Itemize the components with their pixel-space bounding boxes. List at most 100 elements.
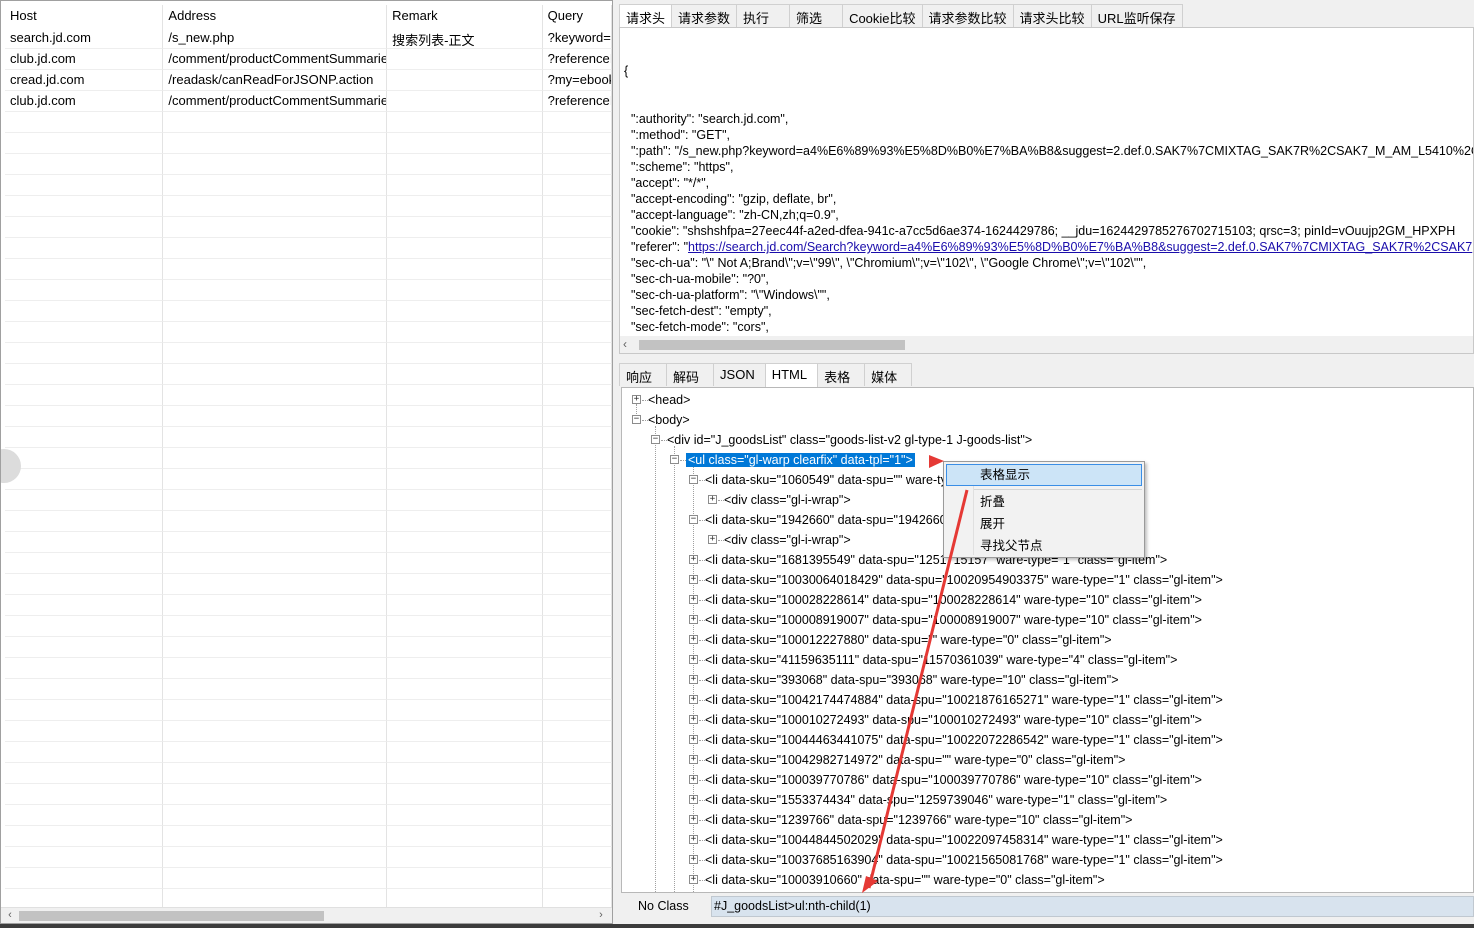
scroll-left-icon[interactable]: ‹ — [623, 337, 627, 351]
tab-execute[interactable]: 执行 — [736, 4, 791, 27]
table-row[interactable] — [5, 511, 612, 532]
tree-node[interactable]: <div class="gl-i-wrap"> — [724, 530, 851, 550]
table-row[interactable] — [5, 217, 612, 238]
tab-json[interactable]: JSON — [713, 363, 766, 386]
tree-node[interactable]: <li data-sku="10042982714972" data-spu="… — [705, 750, 1125, 770]
expand-icon[interactable]: + — [689, 815, 698, 824]
tab-header-compare[interactable]: 请求头比较 — [1012, 4, 1092, 27]
tree-node[interactable]: <li data-sku="1239766" data-spu="1239766… — [705, 810, 1132, 830]
expand-icon[interactable]: + — [689, 855, 698, 864]
tab-filter[interactable]: 筛选 — [789, 4, 844, 27]
tree-node[interactable]: <div id="J_goodsList" class="goods-list-… — [667, 430, 1032, 450]
table-row[interactable] — [5, 616, 612, 637]
table-row[interactable] — [5, 868, 612, 889]
menu-item-table-display[interactable]: 表格显示 — [946, 464, 1142, 486]
tree-node[interactable]: <li data-sku="10030064018429" data-spu="… — [705, 570, 1223, 590]
collapse-icon[interactable]: − — [689, 475, 698, 484]
headers-horizontal-scrollbar[interactable]: ‹ — [620, 336, 1473, 353]
table-row[interactable]: club.jd.com/comment/productCommentSummar… — [5, 91, 612, 112]
table-row[interactable] — [5, 196, 612, 217]
referer-link[interactable]: https://search.jd.com/Search?keyword=a4%… — [688, 240, 1472, 254]
column-header-remark[interactable]: Remark — [387, 5, 543, 28]
tab-cookie-compare[interactable]: Cookie比较 — [842, 4, 923, 27]
table-row[interactable] — [5, 112, 612, 133]
scrollbar-thumb[interactable] — [19, 911, 324, 921]
table-row[interactable] — [5, 427, 612, 448]
menu-item-expand[interactable]: 展开 — [946, 513, 1142, 535]
table-row[interactable] — [5, 133, 612, 154]
collapse-icon[interactable]: − — [689, 515, 698, 524]
tab-decode[interactable]: 解码 — [666, 363, 715, 386]
expand-icon[interactable]: + — [708, 495, 717, 504]
tree-node[interactable]: <li data-sku="393068" data-spu="393068" … — [705, 670, 1119, 690]
tree-node[interactable]: <li data-sku="100012227880" data-spu="" … — [705, 630, 1112, 650]
tree-node[interactable]: <li data-sku="100008919007" data-spu="10… — [705, 610, 1202, 630]
tree-node[interactable]: <li data-sku="1553374434" data-spu="1259… — [705, 790, 1167, 810]
tree-node[interactable]: <ul class="gl-warp clearfix" data-tpl="1… — [686, 450, 915, 470]
expand-icon[interactable]: + — [689, 555, 698, 564]
table-row[interactable] — [5, 763, 612, 784]
tab-param-compare[interactable]: 请求参数比较 — [921, 4, 1014, 27]
expand-icon[interactable]: + — [689, 675, 698, 684]
table-row[interactable] — [5, 280, 612, 301]
table-row[interactable] — [5, 553, 612, 574]
expand-icon[interactable]: + — [689, 655, 698, 664]
table-row[interactable] — [5, 784, 612, 805]
tab-table[interactable]: 表格 — [817, 363, 866, 386]
column-header-address[interactable]: Address — [163, 5, 388, 28]
expand-icon[interactable]: + — [689, 755, 698, 764]
table-row[interactable]: club.jd.com/comment/productCommentSummar… — [5, 49, 612, 70]
tab-request-headers[interactable]: 请求头 — [619, 4, 673, 28]
table-row[interactable]: search.jd.com/s_new.php搜索列表-正文?keyword=a… — [5, 28, 612, 49]
expand-icon[interactable]: + — [689, 695, 698, 704]
collapse-icon[interactable]: − — [632, 415, 641, 424]
expand-icon[interactable]: + — [689, 635, 698, 644]
table-row[interactable] — [5, 364, 612, 385]
expand-icon[interactable]: + — [708, 535, 717, 544]
scroll-right-icon[interactable]: › — [594, 909, 608, 921]
tab-request-params[interactable]: 请求参数 — [671, 4, 738, 27]
tree-node[interactable]: <li data-sku="10003910660" data-spu="" w… — [705, 870, 1105, 890]
tree-node[interactable]: <li data-sku="10042174474884" data-spu="… — [705, 690, 1223, 710]
table-row[interactable] — [5, 721, 612, 742]
expand-icon[interactable]: + — [689, 835, 698, 844]
table-row[interactable] — [5, 658, 612, 679]
expand-icon[interactable]: + — [689, 735, 698, 744]
tree-node[interactable]: <li data-sku="100039770786" data-spu="10… — [705, 770, 1202, 790]
table-row[interactable] — [5, 847, 612, 868]
menu-item-collapse[interactable]: 折叠 — [946, 491, 1142, 513]
expand-icon[interactable]: + — [689, 875, 698, 884]
table-row[interactable]: cread.jd.com/readask/canReadForJSONP.act… — [5, 70, 612, 91]
tree-node[interactable]: <li data-sku="10037685163904" data-spu="… — [705, 850, 1223, 870]
table-row[interactable] — [5, 679, 612, 700]
table-row[interactable] — [5, 532, 612, 553]
column-header-host[interactable]: Host — [5, 5, 164, 28]
scrollbar-thumb[interactable] — [639, 340, 905, 350]
column-header-query[interactable]: Query — [543, 5, 612, 28]
scroll-left-icon[interactable]: ‹ — [3, 909, 17, 921]
table-row[interactable] — [5, 574, 612, 595]
css-selector-field[interactable]: #J_goodsList>ul:nth-child(1) — [711, 896, 1474, 917]
table-row[interactable] — [5, 322, 612, 343]
tab-url-monitor-save[interactable]: URL监听保存 — [1090, 4, 1183, 27]
table-row[interactable] — [5, 805, 612, 826]
table-row[interactable] — [5, 469, 612, 490]
tab-response[interactable]: 响应 — [619, 363, 668, 386]
menu-item-find-parent[interactable]: 寻找父节点 — [946, 535, 1142, 557]
table-row[interactable] — [5, 175, 612, 196]
expand-icon[interactable]: + — [689, 795, 698, 804]
tree-node[interactable]: <body> — [648, 410, 690, 430]
table-row[interactable] — [5, 448, 612, 469]
tree-node[interactable]: <li data-sku="10044844502029" data-spu="… — [705, 830, 1223, 850]
tree-node[interactable]: <li data-sku="41159635111" data-spu="115… — [705, 650, 1177, 670]
tab-media[interactable]: 媒体 — [864, 363, 913, 386]
table-row[interactable] — [5, 637, 612, 658]
expand-icon[interactable]: + — [689, 595, 698, 604]
request-headers-view[interactable]: { ":authority": "search.jd.com", ":metho… — [619, 27, 1474, 354]
expand-icon[interactable]: + — [689, 615, 698, 624]
tree-node[interactable]: <li data-sku="100028228614" data-spu="10… — [705, 590, 1202, 610]
tree-node[interactable]: <div class="gl-i-wrap"> — [724, 490, 851, 510]
table-row[interactable] — [5, 490, 612, 511]
table-row[interactable] — [5, 700, 612, 721]
collapse-icon[interactable]: − — [651, 435, 660, 444]
